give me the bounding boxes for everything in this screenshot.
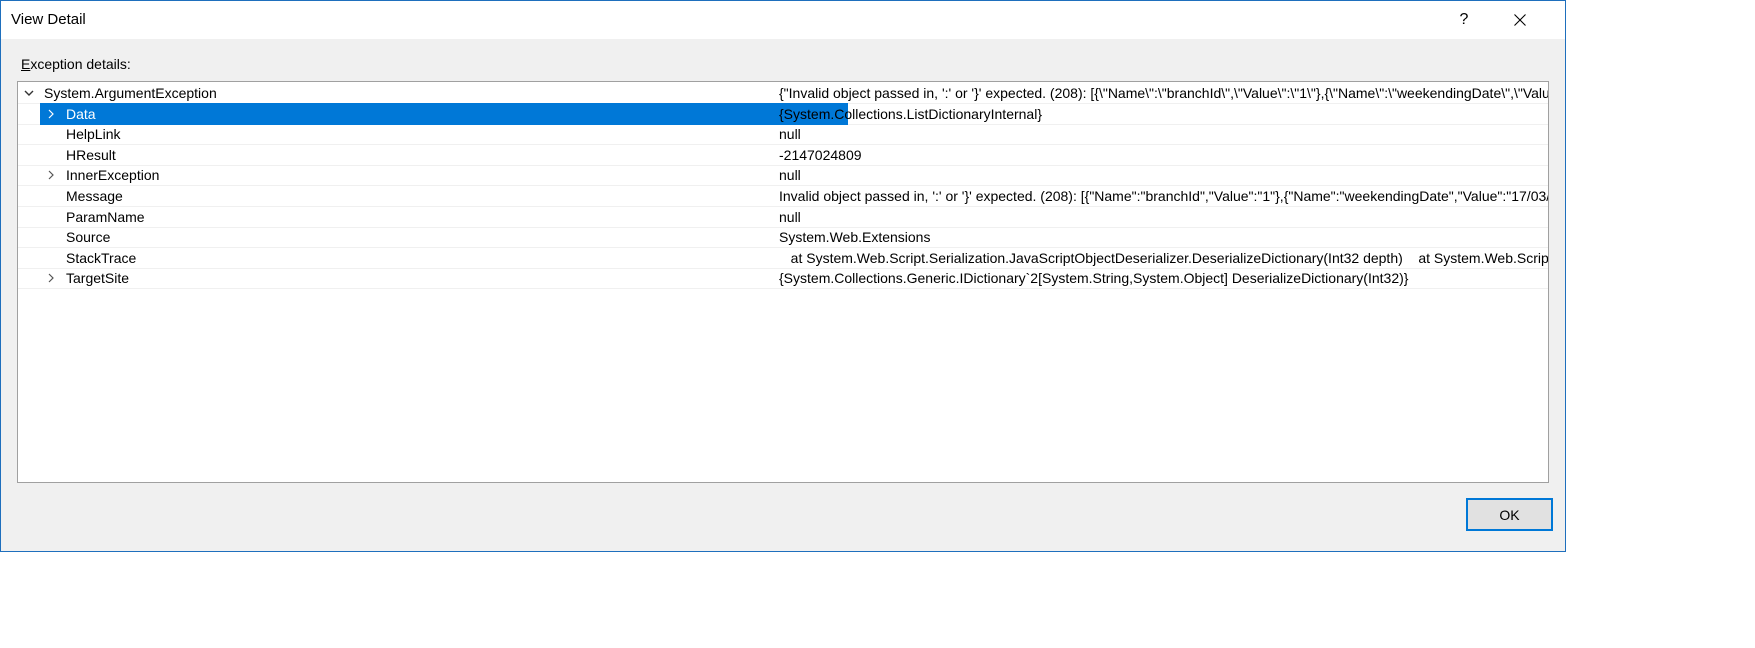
tree-row-value: null <box>779 208 801 225</box>
tree-row-name: ParamName <box>66 208 145 225</box>
tree-row-name-cell[interactable]: Data <box>40 102 848 125</box>
tree-row-value: {"Invalid object passed in, ':' or '}' e… <box>779 85 1549 101</box>
chevron-right-icon[interactable] <box>42 164 60 186</box>
tree-row-name-cell[interactable]: Source <box>40 226 848 248</box>
exception-tree[interactable]: System.ArgumentException {"Invalid object… <box>17 81 1549 483</box>
tree-row[interactable]: Data {System.Collections.ListDictionaryIn… <box>18 102 1548 125</box>
tree-row-value: null <box>779 167 801 184</box>
chevron-right-icon[interactable] <box>42 267 60 289</box>
tree-row-name: StackTrace <box>66 249 137 266</box>
help-button[interactable]: ? <box>1441 1 1487 39</box>
close-icon <box>1514 14 1526 26</box>
tree-row[interactable]: TargetSite {System.Collections.Generic.ID… <box>18 267 1548 290</box>
dialog-title: View Detail <box>11 11 86 28</box>
tree-row[interactable]: HResult -2147024809 <box>18 144 1548 166</box>
tree-row-name: Message <box>66 188 123 204</box>
tree-row-name: InnerException <box>66 167 160 184</box>
tree-row-name-cell[interactable]: InnerException <box>40 164 848 186</box>
tree-row-name-cell[interactable]: TargetSite <box>40 267 848 289</box>
tree-row-name: Source <box>66 229 111 246</box>
tree-row[interactable]: Message Invalid object passed in, ':' or … <box>18 185 1548 207</box>
tree-row-name-cell[interactable]: HelpLink <box>40 123 848 145</box>
tree-row-name: TargetSite <box>66 270 130 287</box>
chevron-down-icon[interactable] <box>20 82 38 104</box>
close-button[interactable] <box>1497 1 1543 39</box>
tree-row-value: {System.Collections.Generic.IDictionary`… <box>779 270 1409 287</box>
title-bar: View Detail ? <box>1 1 1565 39</box>
tree-row-name-cell[interactable]: HResult <box>40 144 848 166</box>
tree-row-value: at System.Web.Script.Serialization.JavaS… <box>779 249 1549 266</box>
tree-row-name: HelpLink <box>66 126 121 143</box>
tree-row-name-cell[interactable]: System.ArgumentException <box>18 82 848 104</box>
tree-row-name: HResult <box>66 146 116 163</box>
tree-row[interactable]: StackTrace at System.Web.Script.Serializ… <box>18 247 1548 269</box>
tree-row-name-cell[interactable]: ParamName <box>40 206 848 228</box>
tree-row[interactable]: HelpLink null <box>18 123 1548 146</box>
exception-details-label: Exception details: <box>21 56 131 72</box>
tree-row[interactable]: InnerException null <box>18 164 1548 187</box>
ok-button[interactable]: OK <box>1466 498 1553 531</box>
tree-row-value: null <box>779 126 801 143</box>
view-detail-dialog: View Detail ? Exception details: System.… <box>0 0 1566 552</box>
tree-row-name: Data <box>66 105 96 122</box>
tree-row-value: -2147024809 <box>779 146 862 163</box>
tree-row-value: Invalid object passed in, ':' or '}' exp… <box>779 188 1549 204</box>
tree-row-name: System.ArgumentException <box>44 85 217 101</box>
tree-row[interactable]: Source System.Web.Extensions <box>18 226 1548 249</box>
tree-row-name-cell[interactable]: StackTrace <box>40 247 848 269</box>
tree-row[interactable]: ParamName null <box>18 206 1548 228</box>
chevron-right-icon[interactable] <box>42 103 60 125</box>
tree-row-value: {System.Collections.ListDictionaryIntern… <box>779 105 1043 122</box>
tree-row[interactable]: System.ArgumentException {"Invalid object… <box>18 82 1548 104</box>
tree-row-name-cell[interactable]: Message <box>40 185 848 207</box>
tree-row-value: System.Web.Extensions <box>779 229 931 246</box>
